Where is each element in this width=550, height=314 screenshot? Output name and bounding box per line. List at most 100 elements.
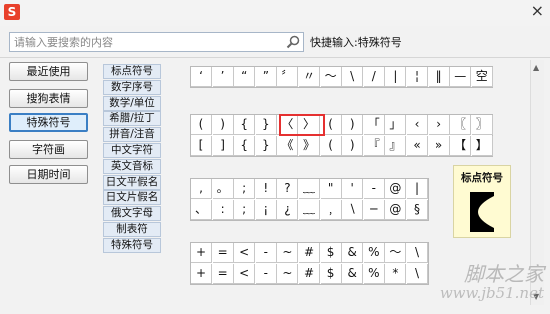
symbol-cell[interactable]: ‹ <box>407 115 428 135</box>
symbol-cell[interactable]: $ <box>320 264 342 284</box>
symbol-cell[interactable]: ¦ <box>407 67 428 87</box>
category-item-9[interactable]: 俄文字母 <box>103 206 161 222</box>
symbol-cell[interactable]: 〜 <box>385 243 407 263</box>
search-input[interactable] <box>10 33 280 51</box>
symbol-cell[interactable]: ? <box>277 179 299 199</box>
symbol-cell[interactable]: 《 <box>277 136 299 156</box>
symbol-cell[interactable]: = <box>212 243 234 263</box>
symbol-cell[interactable]: [ <box>191 136 212 156</box>
symbol-cell[interactable]: ¿ <box>277 200 299 220</box>
symbol-cell[interactable]: ; <box>234 179 256 199</box>
symbol-cell[interactable]: ) <box>342 136 364 156</box>
symbol-cell[interactable]: ∖ <box>342 200 364 220</box>
symbol-cell[interactable]: — <box>450 67 472 87</box>
symbol-cell[interactable]: = <box>212 264 234 284</box>
symbol-cell[interactable]: 〖 <box>450 115 472 135</box>
symbol-cell[interactable]: 【 <box>450 136 472 156</box>
symbol-cell[interactable]: * <box>385 264 407 284</box>
symbol-cell[interactable]: & <box>342 243 364 263</box>
symbol-cell[interactable]: ﹐ <box>320 200 342 220</box>
symbol-cell[interactable]: 〜 <box>320 67 342 87</box>
symbol-cell[interactable]: + <box>191 243 212 263</box>
symbol-cell[interactable]: ‐ <box>363 179 385 199</box>
category-item-1[interactable]: 数字序号 <box>103 79 161 95</box>
symbol-cell[interactable]: 「 <box>363 115 385 135</box>
symbol-cell[interactable]: « <box>407 136 428 156</box>
symbol-cell[interactable]: { <box>234 136 256 156</box>
category-item-0[interactable]: 标点符号 <box>103 64 161 79</box>
category-item-7[interactable]: 日文平假名 <box>103 174 161 190</box>
symbol-cell[interactable]: ) <box>342 115 364 135</box>
symbol-cell[interactable]: - <box>255 264 277 284</box>
symbol-cell[interactable]: ( <box>320 136 342 156</box>
symbol-cell[interactable]: < <box>234 243 256 263</box>
symbol-cell[interactable]: 。 <box>212 179 234 199</box>
symbol-cell[interactable]: 〞 <box>277 67 299 87</box>
scroll-up-icon[interactable]: ▲ <box>533 63 539 73</box>
category-item-6[interactable]: 英文音标 <box>103 158 161 174</box>
symbol-cell[interactable]: ' <box>342 179 364 199</box>
symbol-cell[interactable]: $ <box>320 243 342 263</box>
close-button[interactable]: × <box>531 2 544 20</box>
nav-button-0[interactable]: 最近使用 <box>9 62 88 81</box>
symbol-cell[interactable]: # <box>299 264 320 284</box>
symbol-cell[interactable]: - <box>255 243 277 263</box>
nav-button-2[interactable]: 特殊符号 <box>9 113 88 132</box>
symbol-cell[interactable]: % <box>363 264 385 284</box>
search-icon[interactable] <box>286 35 300 49</box>
symbol-cell[interactable]: } <box>255 115 277 135</box>
category-item-2[interactable]: 数学/单位 <box>103 95 161 111</box>
symbol-cell[interactable]: 〃 <box>299 67 320 87</box>
symbol-cell[interactable]: ’ <box>212 67 234 87</box>
symbol-cell[interactable]: + <box>191 264 212 284</box>
symbol-cell[interactable]: \ <box>407 243 428 263</box>
symbol-cell[interactable]: ─ <box>363 200 385 220</box>
symbol-cell[interactable]: 〗 <box>471 115 493 135</box>
symbol-cell[interactable]: < <box>234 264 256 284</box>
symbol-cell[interactable]: { <box>234 115 256 135</box>
nav-button-1[interactable]: 搜狗表情 <box>9 89 88 108</box>
symbol-cell[interactable]: ‘ <box>191 67 212 87</box>
symbol-cell[interactable]: " <box>320 179 342 199</box>
symbol-cell[interactable]: 》 <box>299 136 320 156</box>
symbol-cell[interactable]: ] <box>212 136 234 156</box>
category-item-8[interactable]: 日文片假名 <box>103 190 161 206</box>
symbol-cell[interactable]: % <box>363 243 385 263</box>
scroll-down-icon[interactable]: ▼ <box>533 292 539 302</box>
symbol-cell[interactable]: \ <box>342 67 364 87</box>
symbol-cell[interactable]: & <box>342 264 364 284</box>
symbol-cell[interactable]: 」 <box>385 115 407 135</box>
symbol-cell[interactable]: \ <box>407 264 428 284</box>
symbol-cell[interactable]: , <box>191 179 212 199</box>
symbol-cell[interactable]: ¡ <box>255 200 277 220</box>
symbol-cell[interactable]: : <box>212 200 234 220</box>
symbol-cell[interactable]: | <box>407 179 428 199</box>
symbol-cell[interactable]: 空 <box>471 67 493 87</box>
symbol-cell[interactable]: / <box>363 67 385 87</box>
symbol-cell[interactable]: ; <box>234 200 256 220</box>
symbol-cell[interactable]: ! <box>255 179 277 199</box>
symbol-cell[interactable]: 』 <box>385 136 407 156</box>
nav-button-3[interactable]: 字符画 <box>9 140 88 159</box>
symbol-cell[interactable]: 、 <box>191 200 212 220</box>
symbol-cell[interactable]: ( <box>191 115 212 135</box>
symbol-cell[interactable]: “ <box>234 67 256 87</box>
symbol-cell[interactable]: ﹏ <box>299 179 320 199</box>
symbol-cell[interactable]: ” <box>255 67 277 87</box>
symbol-cell[interactable]: ~ <box>277 264 299 284</box>
symbol-cell[interactable]: @ <box>385 179 407 199</box>
symbol-cell[interactable]: › <box>428 115 450 135</box>
nav-button-4[interactable]: 日期时间 <box>9 165 88 184</box>
category-item-10[interactable]: 制表符 <box>103 222 161 237</box>
symbol-cell[interactable]: 『 <box>363 136 385 156</box>
symbol-cell[interactable]: # <box>299 243 320 263</box>
symbol-cell[interactable]: » <box>428 136 450 156</box>
scrollbar[interactable]: ▲ ▼ <box>530 60 544 305</box>
symbol-cell[interactable]: ‖ <box>428 67 450 87</box>
symbol-cell[interactable]: @ <box>385 200 407 220</box>
symbol-cell[interactable]: 】 <box>471 136 493 156</box>
symbol-cell[interactable]: } <box>255 136 277 156</box>
category-item-3[interactable]: 希腊/拉丁 <box>103 111 161 127</box>
symbol-cell[interactable]: ﹏ <box>299 200 320 220</box>
category-item-4[interactable]: 拼音/注音 <box>103 127 161 143</box>
